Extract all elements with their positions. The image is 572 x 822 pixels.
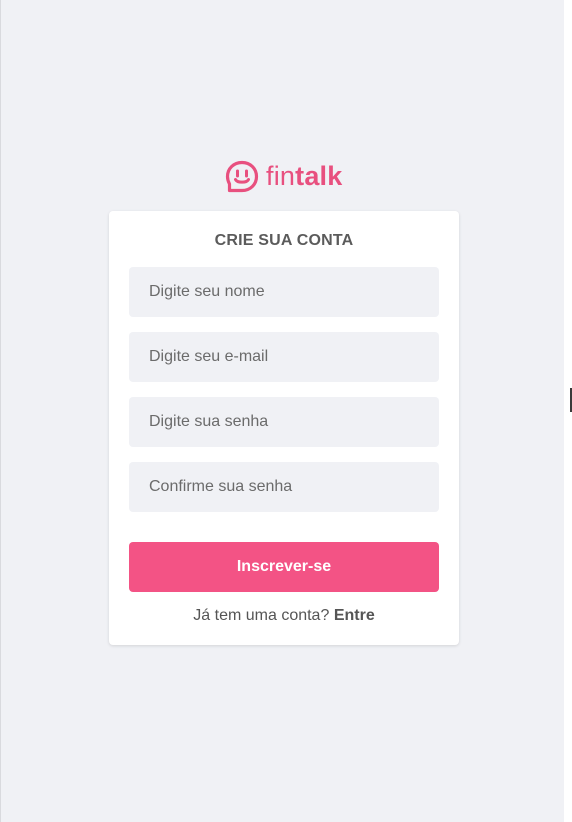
page: fintalk CRIE SUA CONTA Inscrever-se Já t… <box>0 0 572 822</box>
name-input[interactable] <box>129 267 439 317</box>
login-prompt-text: Já tem uma conta? <box>193 607 330 624</box>
login-prompt-line: Já tem uma conta? Entre <box>109 607 459 625</box>
form-title: CRIE SUA CONTA <box>214 232 354 249</box>
logo-text-light: fin <box>266 160 296 191</box>
speech-bubble-smile-icon <box>225 160 259 193</box>
fintalk-logo: fintalk <box>225 159 342 195</box>
signup-button[interactable]: Inscrever-se <box>129 542 439 592</box>
email-input[interactable] <box>129 332 439 382</box>
confirm-password-input[interactable] <box>129 462 439 512</box>
logo-wordmark: fintalk <box>266 160 343 191</box>
password-input[interactable] <box>129 397 439 447</box>
login-link[interactable]: Entre <box>334 607 375 624</box>
signup-card: CRIE SUA CONTA Inscrever-se Já tem uma c… <box>109 211 459 645</box>
logo-text-bold: talk <box>295 160 343 191</box>
